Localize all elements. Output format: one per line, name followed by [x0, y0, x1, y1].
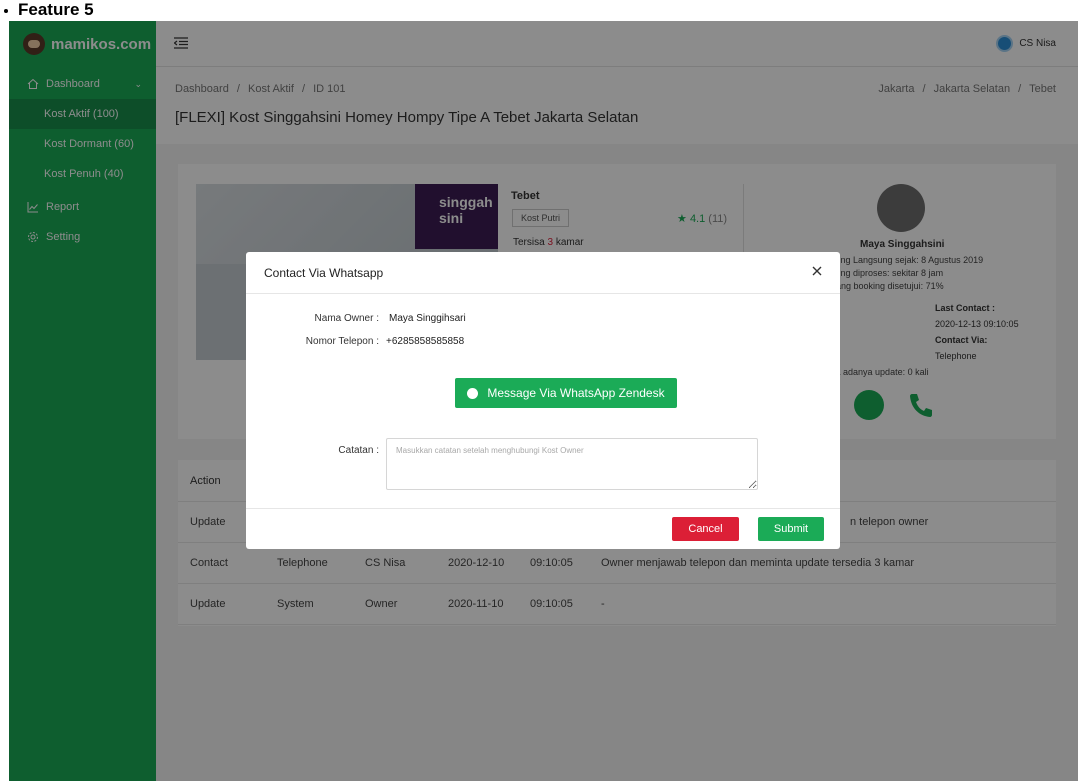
phone-value: +6285858585858	[386, 336, 465, 347]
modal-header: Contact Via Whatsapp	[246, 252, 840, 294]
close-icon[interactable]	[810, 264, 824, 278]
owner-name-value: Maya Singgihsari	[389, 313, 466, 324]
message-whatsapp-button[interactable]: Message Via WhatsApp Zendesk	[455, 378, 677, 408]
notes-textarea[interactable]	[386, 438, 758, 490]
contact-whatsapp-modal: Contact Via Whatsapp Nama Owner : Maya S…	[246, 252, 840, 549]
app-window: mamikos.com Dashboard ⌄ Kost Aktif (100)…	[9, 21, 1078, 781]
submit-button[interactable]: Submit	[758, 517, 824, 541]
bullet-icon	[4, 8, 8, 13]
cancel-button[interactable]: Cancel	[672, 517, 739, 541]
phone-label: Nomor Telepon :	[305, 336, 379, 347]
modal-footer: Cancel Submit	[246, 508, 840, 549]
owner-name-label: Nama Owner :	[314, 313, 379, 324]
chat-bubble-icon	[467, 387, 479, 399]
notes-label: Catatan :	[338, 445, 379, 456]
feature-label: Feature 5	[0, 0, 94, 20]
modal-title: Contact Via Whatsapp	[264, 266, 384, 280]
